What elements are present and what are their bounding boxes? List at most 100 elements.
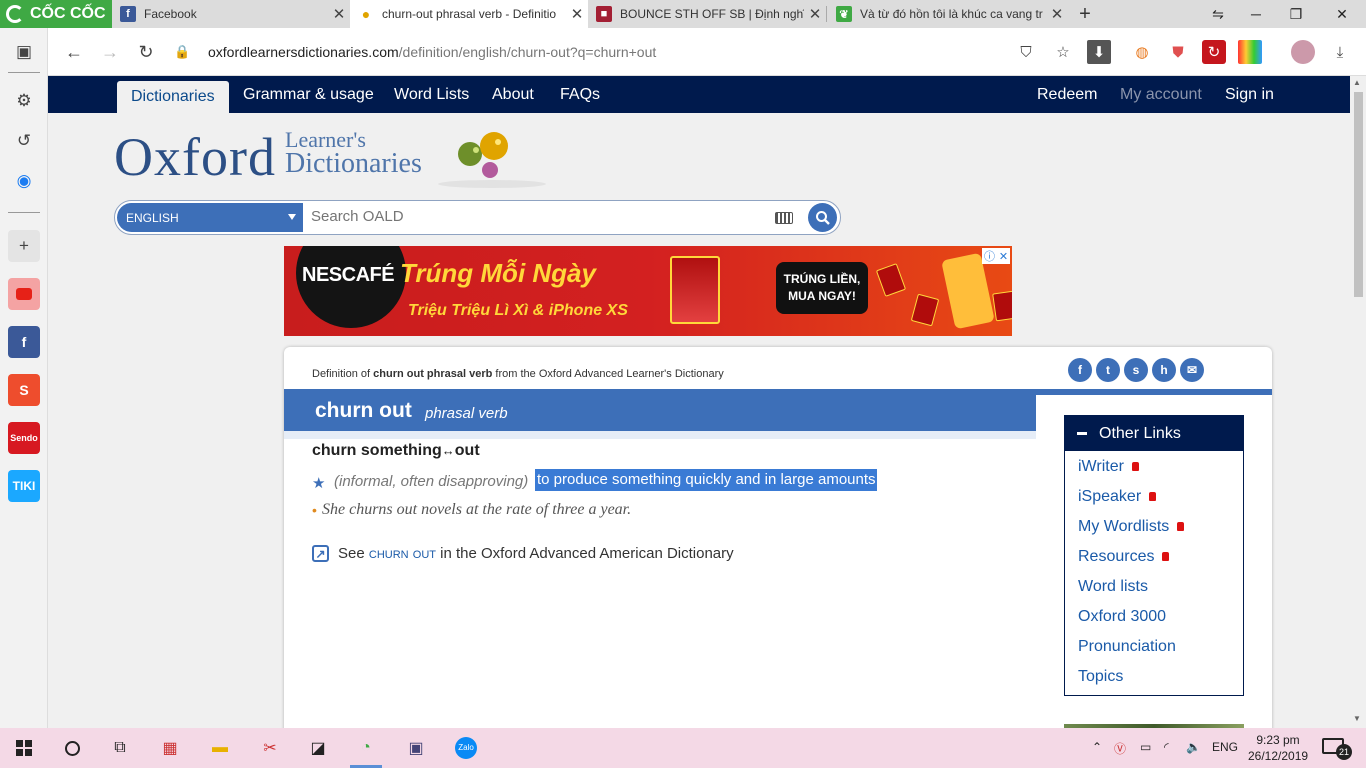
bookmark-star-icon[interactable]: ☆ <box>1051 40 1075 64</box>
stumbleupon-share-icon[interactable]: s <box>1124 358 1148 382</box>
snipping-tool-icon[interactable]: ✂ <box>250 732 290 764</box>
app-icon[interactable]: ▣ <box>396 732 436 764</box>
download-icon[interactable]: ⤓ <box>1328 40 1352 64</box>
learners-dictionaries-logo[interactable]: Learner's Dictionaries <box>285 128 422 178</box>
nav-redeem[interactable]: Redeem <box>1037 76 1097 113</box>
other-link-resources[interactable]: Resources <box>1078 548 1170 566</box>
settings-icon[interactable]: ⚙ <box>8 85 40 117</box>
keyboard-icon[interactable] <box>775 212 793 224</box>
tiki-icon[interactable]: TIKI <box>8 470 40 502</box>
other-link-topics[interactable]: Topics <box>1078 668 1123 686</box>
input-language[interactable]: ENG <box>1212 740 1238 754</box>
phone-image <box>941 252 995 330</box>
other-link-iwriter[interactable]: iWriter <box>1078 458 1139 476</box>
tab-facebook[interactable]: f Facebook ✕ <box>112 0 350 28</box>
battery-icon[interactable]: ▭ <box>1140 740 1151 754</box>
start-button[interactable] <box>4 732 44 764</box>
lock-icon[interactable]: 🔒 <box>174 44 190 60</box>
hi5-share-icon[interactable]: h <box>1152 358 1176 382</box>
reload-button[interactable]: ↻ <box>132 38 160 66</box>
browser-brand[interactable]: CỐC CỐC <box>0 0 112 28</box>
download-page-icon[interactable]: ⬇ <box>1087 40 1111 64</box>
task-view-icon[interactable]: ⧉ <box>100 732 140 764</box>
star-icon[interactable]: ★ <box>312 474 325 492</box>
extension-red-icon[interactable]: ↻ <box>1202 40 1226 64</box>
oxford-icon: ● <box>358 6 374 22</box>
tab-menu-icon[interactable]: ⇋ <box>1198 0 1238 28</box>
email-share-icon[interactable]: ✉ <box>1180 358 1204 382</box>
sendo-icon[interactable]: Sendo <box>8 422 40 454</box>
show-hidden-icons[interactable]: ⌃ <box>1092 740 1102 754</box>
nav-word-lists[interactable]: Word Lists <box>394 76 469 113</box>
clock[interactable]: 9:23 pm 26/12/2019 <box>1248 732 1308 764</box>
facebook-share-icon[interactable]: f <box>1068 358 1092 382</box>
volume-icon[interactable]: 🔈 <box>1186 740 1201 754</box>
extension-shield-icon[interactable]: ⛊ <box>1166 40 1190 64</box>
youtube-icon[interactable] <box>8 278 40 310</box>
messenger-icon[interactable]: ◉ <box>8 165 40 197</box>
other-links-header[interactable]: Other Links <box>1065 416 1243 451</box>
cortana-icon[interactable] <box>52 732 92 764</box>
coccoc-logo-icon <box>6 5 24 23</box>
scroll-up-icon[interactable]: ▲ <box>1353 78 1361 87</box>
coccoc-taskbar-icon[interactable]: ◔ <box>346 732 386 768</box>
nav-sign-in[interactable]: Sign in <box>1225 76 1274 113</box>
oxford-logo[interactable]: Oxford <box>114 126 276 188</box>
ad-close-controls[interactable]: ⓘ ✕ <box>982 248 1010 264</box>
add-shortcut-icon[interactable]: + <box>8 230 40 262</box>
sticky-notes-icon[interactable]: ◪ <box>298 732 338 764</box>
twitter-share-icon[interactable]: t <box>1096 358 1120 382</box>
file-explorer-icon[interactable]: ▬ <box>200 732 240 764</box>
nav-about[interactable]: About <box>492 76 534 113</box>
nav-grammar[interactable]: Grammar & usage <box>243 76 374 113</box>
page-scrollbar[interactable]: ▲ ▼ <box>1350 76 1366 728</box>
ad-banner[interactable]: NESCAFÉ Trúng Mỗi Ngày Triệu Triệu Lì Xì… <box>284 246 1012 336</box>
nav-faqs[interactable]: FAQs <box>560 76 600 113</box>
close-window-button[interactable]: ✕ <box>1322 0 1362 28</box>
maximize-button[interactable]: ❐ <box>1276 0 1316 28</box>
tab-song[interactable]: ❦ Và từ đó hồn tôi là khúc ca vang tr ✕ <box>828 0 1068 28</box>
search-button[interactable] <box>808 203 837 232</box>
scroll-thumb[interactable] <box>1354 92 1363 297</box>
unikey-icon[interactable]: Ⓥ <box>1114 740 1126 757</box>
extension-chrome-icon[interactable]: ◍ <box>1130 40 1154 64</box>
forward-button[interactable]: → <box>96 38 124 66</box>
tab-cambridge[interactable]: ■ BOUNCE STH OFF SB | Định nghĩa ✕ <box>588 0 826 28</box>
shopee-icon[interactable]: S <box>8 374 40 406</box>
facebook-icon[interactable]: f <box>8 326 40 358</box>
close-tab-icon[interactable]: ✕ <box>804 5 826 23</box>
tab-divider <box>826 6 827 22</box>
other-link-word-lists[interactable]: Word lists <box>1078 578 1148 596</box>
wifi-icon[interactable]: ◜ <box>1164 740 1169 754</box>
language-select[interactable]: ENGLISH <box>117 203 303 232</box>
other-link-oxford-3000[interactable]: Oxford 3000 <box>1078 608 1166 626</box>
address-bar[interactable]: oxfordlearnersdictionaries.com/definitio… <box>208 44 656 60</box>
shield-icon[interactable]: ⛉ <box>1014 40 1038 64</box>
search-input[interactable] <box>311 208 771 225</box>
close-tab-icon[interactable]: ✕ <box>566 5 588 23</box>
nav-my-account[interactable]: My account <box>1120 76 1202 113</box>
see-also-link[interactable]: churn out <box>369 545 436 562</box>
zalo-icon[interactable]: Zalo <box>446 732 486 764</box>
extension-color-icon[interactable] <box>1238 40 1262 64</box>
back-button[interactable]: ← <box>60 38 88 66</box>
nav-dictionaries[interactable]: Dictionaries <box>117 81 229 113</box>
action-center-icon[interactable]: 21 <box>1322 738 1352 760</box>
minimize-button[interactable]: ─ <box>1236 0 1276 28</box>
ad-cta[interactable]: TRÚNG LIỀN, MUA NGAY! <box>776 262 868 314</box>
other-link-pronunciation[interactable]: Pronunciation <box>1078 638 1176 656</box>
other-link-my-wordlists[interactable]: My Wordlists <box>1078 518 1185 536</box>
other-link-ispeaker[interactable]: iSpeaker <box>1078 488 1157 506</box>
new-tab-button[interactable]: + <box>1074 0 1096 28</box>
history-icon[interactable]: ↺ <box>8 125 40 157</box>
close-tab-icon[interactable]: ✕ <box>1046 5 1068 23</box>
sidebar-toggle-icon[interactable]: ▣ <box>8 36 40 68</box>
ad-close-icon[interactable]: ✕ <box>999 250 1008 263</box>
ad-info-icon[interactable]: ⓘ <box>984 248 995 264</box>
avatar[interactable] <box>1291 40 1315 64</box>
scroll-down-icon[interactable]: ▼ <box>1353 714 1361 723</box>
close-tab-icon[interactable]: ✕ <box>328 5 350 23</box>
app-grid-icon[interactable]: ▦ <box>150 732 190 764</box>
tab-oxford[interactable]: ● churn-out phrasal verb - Definitio ✕ <box>350 0 588 28</box>
external-link-icon[interactable]: ↗ <box>312 545 329 562</box>
